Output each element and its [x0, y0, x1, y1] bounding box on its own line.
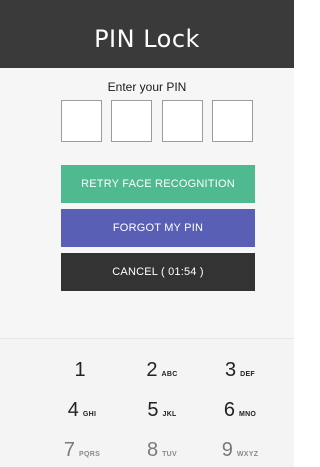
forgot-pin-label: FORGOT MY PIN — [112, 222, 204, 234]
key-2[interactable]: 2 ABC — [132, 359, 192, 387]
pin-panel: Enter your PIN RETRY FACE RECOGNITION FO… — [0, 68, 294, 338]
key-digit: 4 — [67, 399, 79, 421]
pin-digit-box-3[interactable] — [162, 100, 203, 142]
retry-face-recognition-label: RETRY FACE RECOGNITION — [81, 178, 235, 190]
app-header: PIN Lock — [0, 0, 294, 68]
cancel-label: CANCEL ( 01:54 ) — [112, 266, 204, 278]
header-title: PIN Lock — [94, 25, 200, 53]
key-digit: 6 — [223, 399, 235, 421]
pin-input-group — [61, 100, 257, 144]
pin-digit-box-4[interactable] — [212, 100, 253, 142]
key-9[interactable]: 9 WXYZ — [210, 439, 270, 467]
pin-prompt: Enter your PIN — [107, 80, 187, 94]
key-4[interactable]: 4 GHI — [52, 399, 112, 427]
key-digit: 8 — [146, 439, 159, 461]
cancel-button[interactable]: CANCEL ( 01:54 ) — [61, 253, 255, 291]
key-3[interactable]: 3 DEF — [210, 359, 270, 387]
key-digit: 2 — [146, 359, 158, 381]
key-letters: JKL — [162, 411, 177, 418]
key-letters: PQRS — [79, 451, 101, 458]
forgot-pin-button[interactable]: FORGOT MY PIN — [61, 209, 255, 247]
key-digit: 3 — [224, 359, 237, 381]
pin-digit-box-1[interactable] — [61, 100, 102, 142]
key-digit: 9 — [221, 439, 233, 461]
key-letters: TUV — [162, 451, 178, 458]
key-letters: WXYZ — [236, 451, 259, 458]
key-letters: MNO — [238, 411, 257, 418]
key-5[interactable]: 5 JKL — [132, 399, 192, 427]
key-8[interactable]: 8 TUV — [132, 439, 192, 467]
key-digit: 5 — [147, 399, 159, 421]
key-letters: ABC — [161, 371, 178, 378]
key-letters: GHI — [82, 411, 97, 418]
key-digit: 7 — [63, 439, 76, 461]
key-1[interactable]: 1 — [52, 359, 112, 387]
retry-face-recognition-button[interactable]: RETRY FACE RECOGNITION — [61, 165, 255, 203]
key-letters: DEF — [240, 371, 256, 378]
pin-digit-box-2[interactable] — [111, 100, 152, 142]
key-7[interactable]: 7 PQRS — [52, 439, 112, 467]
numeric-keypad: 1 2 ABC 3 DEF 4 GHI 5 JKL 6 MNO 7 PQRS 8… — [0, 338, 294, 467]
key-digit: 1 — [74, 359, 86, 381]
key-6[interactable]: 6 MNO — [210, 399, 270, 427]
